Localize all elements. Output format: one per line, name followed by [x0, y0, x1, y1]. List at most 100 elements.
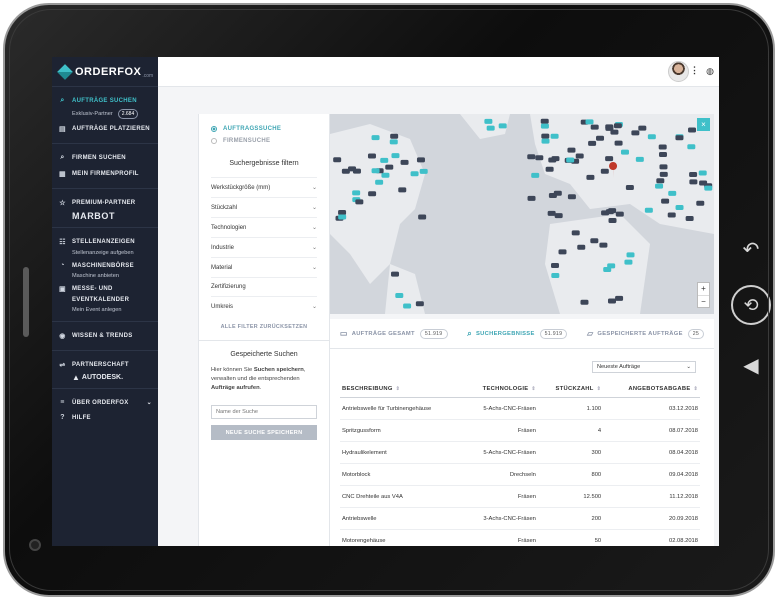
sidebar-sub-maschine[interactable]: Maschine anbieten — [52, 273, 158, 281]
brand-sub: .com — [142, 73, 154, 79]
map-pin-icon — [696, 200, 705, 206]
header-label: STÜCKZAHL — [555, 386, 594, 392]
home-button[interactable]: ⟲ — [731, 285, 771, 325]
sidebar-item-mein-firmenprofil[interactable]: ▦ MEIN FIRMENPROFIL — [52, 166, 158, 182]
reset-filters-button[interactable]: ALLE FILTER ZURÜCKSETZEN — [199, 324, 329, 330]
search-name-input[interactable] — [211, 405, 317, 419]
sidebar: ORDERFOX .com ⌕ AUFTRÄGE SUCHEN Exklusiv… — [52, 57, 158, 546]
logo[interactable]: ORDERFOX .com — [52, 57, 158, 87]
table-row[interactable]: Spritzgussform Fräsen 4 08.07.2018 — [340, 419, 700, 442]
map-pin-icon — [586, 174, 595, 180]
filter-row[interactable]: Stückzahl ⌄ — [211, 197, 317, 217]
cell-quantity: 200 — [537, 507, 604, 530]
stat-saved[interactable]: ▱ GESPEICHERTE AUFTRÄGE 25 — [587, 328, 705, 339]
map-pin-icon — [352, 190, 361, 196]
sidebar-item-messe-line2[interactable]: EVENTKALENDER — [52, 297, 158, 307]
sidebar-sub-event[interactable]: Mein Event anlegen — [52, 307, 158, 315]
column-header-beschreibung[interactable]: BESCHREIBUNG ⇕ — [340, 381, 463, 398]
zoom-in-button[interactable]: + — [698, 283, 709, 295]
filter-row[interactable]: Technologien ⌄ — [211, 217, 317, 237]
more-options-icon[interactable]: ⋮ — [690, 65, 699, 76]
tablet-side-button — [23, 267, 29, 337]
sidebar-sub-stellenanzeige[interactable]: Stellenanzeige aufgeben — [52, 250, 158, 258]
map-pin-icon — [419, 168, 428, 174]
sidebar-item-label: AUFTRÄGE SUCHEN — [72, 98, 137, 104]
stat-total[interactable]: ▭ AUFTRÄGE GESAMT 51.919 — [340, 328, 448, 339]
close-map-icon[interactable]: × — [697, 118, 710, 131]
map-pin-icon — [608, 218, 617, 224]
search-icon: ⌕ — [60, 154, 65, 161]
column-header-technologie[interactable]: TECHNOLOGIE ⇕ — [462, 381, 538, 398]
text-bold: Suchen speichern — [253, 367, 304, 373]
sidebar-item-wissen[interactable]: ◉ WISSEN & TRENDS — [52, 328, 158, 344]
radio-auftragssuche[interactable]: AUFTRAGSSUCHE — [199, 122, 329, 134]
saved-searches: Gespeicherte Suchen Hier können Sie Such… — [199, 340, 329, 450]
landmass-north-america — [330, 124, 425, 284]
cell-quantity: 50 — [537, 529, 604, 546]
map-pin-icon — [647, 134, 656, 140]
map-pin-icon — [551, 272, 560, 278]
filter-row[interactable]: Umkreis ⌄ — [211, 296, 317, 316]
help-icon: ? — [60, 414, 65, 421]
recent-apps-icon[interactable]: ◀ — [734, 353, 768, 378]
table-row[interactable]: Hydraulikelement 5-Achs-CNC-Fräsen 300 08.0… — [340, 441, 700, 464]
sort-icon: ⇕ — [531, 386, 536, 392]
avatar[interactable] — [668, 61, 689, 82]
sidebar-item-firmen-suchen[interactable]: ⌕ FIRMEN SUCHEN — [52, 150, 158, 166]
map-pin-icon — [596, 135, 605, 141]
table-body: Antriebswelle für Turbinengehäuse 5-Achs-… — [340, 397, 700, 546]
brand-name: ORDERFOX — [75, 65, 142, 78]
map-canvas — [330, 114, 714, 314]
nav-group-orders: ⌕ AUFTRÄGE SUCHEN Exklusiv-Partner 2.684… — [52, 87, 158, 144]
zoom-out-button[interactable]: − — [698, 295, 709, 307]
column-header-angebotsabgabe[interactable]: ANGEBOTSABGABE ⇕ — [603, 381, 700, 398]
table-row[interactable]: Antriebswelle 3-Achs-CNC-Fräsen 200 20.09.2… — [340, 507, 700, 530]
sidebar-item-auftraege-platzieren[interactable]: ▤ AUFTRÄGE PLATZIEREN — [52, 121, 158, 137]
filter-label: Material — [211, 264, 233, 271]
map-pin-icon — [659, 164, 668, 170]
map-pin-icon — [551, 263, 560, 269]
sidebar-sub-exklusiv-partner[interactable]: Exklusiv-Partner 2.684 — [52, 109, 158, 121]
stat-results[interactable]: ⌕ SUCHERGEBNISSE 51.919 — [467, 328, 568, 339]
map-pin-icon — [531, 172, 540, 178]
stat-label: AUFTRÄGE GESAMT — [351, 330, 415, 337]
cell-technology: Fräsen — [462, 485, 538, 508]
column-header-stueckzahl[interactable]: STÜCKZAHL ⇕ — [537, 381, 604, 398]
sidebar-item-hilfe[interactable]: ? HILFE — [52, 410, 158, 425]
table-row[interactable]: CNC Drehteile aus V4A Fräsen 12.500 11.12.2… — [340, 485, 700, 508]
sidebar-item-stellenanzeigen[interactable]: ☷ STELLENANZEIGEN — [52, 234, 158, 250]
sidebar-item-ueber[interactable]: ≡ ÜBER ORDERFOX ⌄ — [52, 395, 158, 410]
filter-label: Technologien — [211, 224, 247, 231]
sidebar-item-label: MEIN FIRMENPROFIL — [72, 171, 139, 177]
table-row[interactable]: Motorengehäuse Fräsen 50 02.08.2018 — [340, 529, 700, 546]
nav-group-partner[interactable]: ⇌ PARTNERSCHAFT ▲ AUTODESK. — [52, 351, 158, 389]
cell-deadline: 02.08.2018 — [603, 529, 700, 546]
table-row[interactable]: Motorblock Drechseln 800 09.04.2018 — [340, 463, 700, 486]
cell-quantity: 800 — [537, 463, 604, 486]
map-pin-icon — [547, 210, 556, 216]
table-row[interactable]: Antriebswelle für Turbinengehäuse 5-Achs-… — [340, 397, 700, 420]
filter-row[interactable]: Industrie ⌄ — [211, 237, 317, 257]
sidebar-item-label: STELLENANZEIGEN — [72, 239, 135, 245]
map-pin-icon — [527, 154, 536, 160]
profile-icon: ▦ — [59, 171, 66, 178]
sort-select[interactable]: Neueste Aufträge ⌄ — [592, 361, 696, 373]
radio-firmensuche[interactable]: FIRMENSUCHE — [199, 134, 329, 146]
nav-group-about: ≡ ÜBER ORDERFOX ⌄ ? HILFE — [52, 389, 158, 431]
back-icon[interactable]: ↶ — [734, 237, 768, 262]
sidebar-item-auftraege-suchen[interactable]: ⌕ AUFTRÄGE SUCHEN — [52, 93, 158, 109]
sidebar-item-maschinenboerse[interactable]: ◔ MASCHINENBÖRSE — [52, 258, 158, 273]
save-search-button[interactable]: NEUE SUCHE SPEICHERN — [211, 425, 317, 440]
nav-group-premium[interactable]: ☆ PREMIUM-PARTNER MARBOT — [52, 189, 158, 228]
saved-searches-title: Gespeicherte Suchen — [230, 351, 298, 358]
nav-group-companies: ⌕ FIRMEN SUCHEN ▦ MEIN FIRMENPROFIL — [52, 144, 158, 189]
sidebar-item-messe[interactable]: ▣ MESSE- UND — [52, 281, 158, 297]
filter-row[interactable]: Werkstückgröße (mm) ⌄ — [211, 177, 317, 197]
filter-row[interactable]: Material ⌄ — [211, 257, 317, 277]
map[interactable]: × + − — [330, 114, 714, 314]
filter-row[interactable]: Zertifizierung — [211, 277, 317, 296]
globe-icon[interactable]: ◍ — [706, 66, 714, 77]
map-pin-icon — [675, 205, 684, 211]
cell-quantity: 1.100 — [537, 397, 604, 420]
cell-deadline: 08.04.2018 — [603, 441, 700, 464]
